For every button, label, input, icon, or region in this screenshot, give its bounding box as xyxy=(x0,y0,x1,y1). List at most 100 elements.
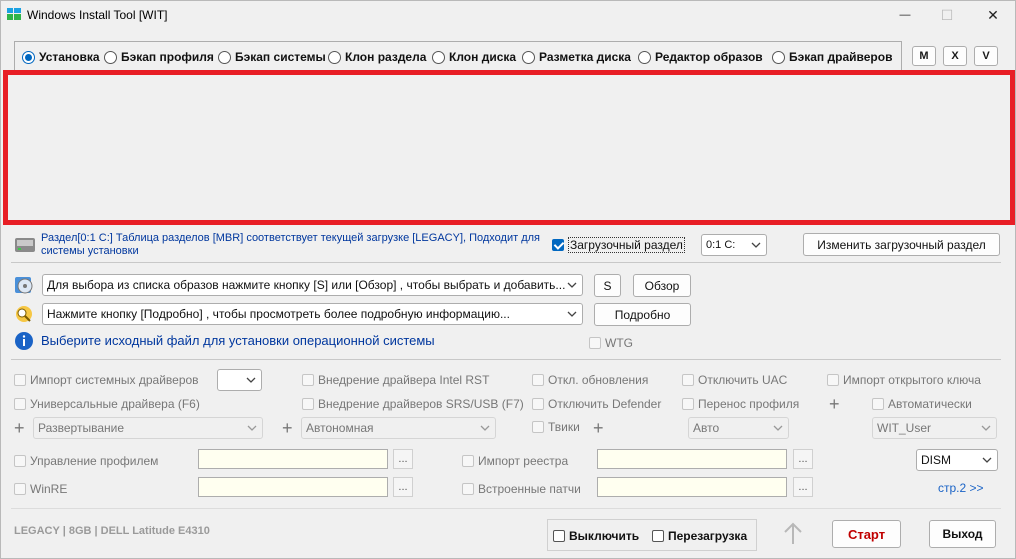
mode-profile-backup[interactable]: Бэкап профиля xyxy=(104,50,214,64)
auto-select[interactable]: Авто xyxy=(688,417,789,439)
mode-label: Бэкап драйверов xyxy=(789,50,893,64)
registry-import-checkbox[interactable]: Импорт реестра xyxy=(462,454,568,468)
select-value: WIT_User xyxy=(877,421,931,435)
builtin-patches-field[interactable] xyxy=(597,477,787,497)
winre-field[interactable] xyxy=(198,477,388,497)
mode-disk-layout[interactable]: Разметка диска xyxy=(522,50,631,64)
plus-icon[interactable]: + xyxy=(829,395,840,413)
winre-browse-button[interactable]: ... xyxy=(393,477,413,497)
s-button[interactable]: S xyxy=(594,274,621,297)
profile-mgmt-browse-button[interactable]: ... xyxy=(393,449,413,469)
checkbox-label: WinRE xyxy=(30,482,68,496)
profile-mgmt-field[interactable] xyxy=(198,449,388,469)
x-button[interactable]: X xyxy=(943,46,967,66)
tweaks-checkbox[interactable]: Твики xyxy=(532,420,580,434)
select-value: Автономная xyxy=(306,421,374,435)
builtin-patches-browse-button[interactable]: ... xyxy=(793,477,813,497)
exit-button[interactable]: Выход xyxy=(929,520,996,548)
close-button[interactable]: ✕ xyxy=(971,1,1015,29)
change-boot-partition-button[interactable]: Изменить загрузочный раздел xyxy=(803,233,1000,256)
arrow-up-icon[interactable] xyxy=(782,522,804,546)
chevron-down-icon xyxy=(246,377,256,383)
mode-label: Редактор образов xyxy=(655,50,763,64)
checkbox-box xyxy=(14,398,26,410)
user-select[interactable]: WIT_User xyxy=(872,417,997,439)
profile-mgmt-checkbox[interactable]: Управление профилем xyxy=(14,454,158,468)
mode-image-editor[interactable]: Редактор образов xyxy=(638,50,763,64)
checkbox-label: Внедрение драйверов SRS/USB (F7) xyxy=(318,397,524,411)
boot-partition-checkbox[interactable]: Загрузочный раздел xyxy=(552,237,685,253)
move-profile-checkbox[interactable]: Перенос профиля xyxy=(682,397,799,411)
import-key-checkbox[interactable]: Импорт открытого ключа xyxy=(827,373,981,387)
wtg-checkbox[interactable]: WTG xyxy=(589,336,633,350)
separator xyxy=(11,508,1001,509)
system-info: LEGACY | 8GB | DELL Latitude E4310 xyxy=(14,525,210,537)
disc-image-icon xyxy=(15,277,33,294)
radio-indicator xyxy=(772,50,785,64)
checkbox-label: Встроенные патчи xyxy=(478,482,581,496)
mode-install[interactable]: Установка xyxy=(22,50,100,64)
import-drivers-checkbox[interactable]: Импорт системных драйверов xyxy=(14,373,199,387)
mode-disk-clone[interactable]: Клон диска xyxy=(432,50,516,64)
mode-label: Клон диска xyxy=(449,50,517,64)
m-button[interactable]: M xyxy=(912,46,936,66)
checkbox-label: Откл. обновления xyxy=(548,373,649,387)
checkbox-label: Отключить UAC xyxy=(698,373,788,387)
checkbox-label: Выключить xyxy=(569,529,640,543)
disable-defender-checkbox[interactable]: Отключить Defender xyxy=(532,397,661,411)
checkbox-box xyxy=(302,374,314,386)
disable-updates-checkbox[interactable]: Откл. обновления xyxy=(532,373,648,387)
image-select[interactable]: Для выбора из списка образов нажмите кно… xyxy=(42,274,583,296)
page-2-link[interactable]: стр.2 >> xyxy=(938,481,984,495)
checkbox-label: Перенос профиля xyxy=(698,397,800,411)
minimize-button[interactable]: — xyxy=(883,1,927,29)
mode-driver-backup[interactable]: Бэкап драйверов xyxy=(772,50,892,64)
select-value: Нажмите кнопку [Подробно] , чтобы просмо… xyxy=(47,307,510,321)
intel-rst-checkbox[interactable]: Внедрение драйвера Intel RST xyxy=(302,373,489,387)
checkbox-label: Твики xyxy=(548,420,580,434)
details-button[interactable]: Подробно xyxy=(594,303,691,326)
plus-icon[interactable]: + xyxy=(14,419,25,437)
disk-panel xyxy=(3,70,1015,225)
srs-usb-checkbox[interactable]: Внедрение драйверов SRS/USB (F7) xyxy=(302,397,524,411)
registry-import-field[interactable] xyxy=(597,449,787,469)
title-bar: Windows Install Tool [WIT] — ☐ ✕ xyxy=(1,1,1015,29)
hard-drive-icon xyxy=(15,238,35,252)
browse-button[interactable]: Обзор xyxy=(633,274,691,297)
registry-import-browse-button[interactable]: ... xyxy=(793,449,813,469)
offline-select[interactable]: Автономная xyxy=(301,417,496,439)
plus-icon[interactable]: + xyxy=(593,419,604,437)
plus-icon[interactable]: + xyxy=(282,419,293,437)
universal-drivers-checkbox[interactable]: Универсальные драйвера (F6) xyxy=(14,397,200,411)
reboot-checkbox[interactable]: Перезагрузка xyxy=(652,529,747,543)
mode-system-backup[interactable]: Бэкап системы xyxy=(218,50,326,64)
automatic-checkbox[interactable]: Автоматически xyxy=(872,397,972,411)
winre-checkbox[interactable]: WinRE xyxy=(14,482,67,496)
main-window: Windows Install Tool [WIT] — ☐ ✕ Установ… xyxy=(0,0,1016,559)
select-value: Для выбора из списка образов нажмите кно… xyxy=(47,278,566,292)
builtin-patches-checkbox[interactable]: Встроенные патчи xyxy=(462,482,581,496)
maximize-button[interactable]: ☐ xyxy=(925,1,969,29)
v-button[interactable]: V xyxy=(974,46,998,66)
checkbox-box xyxy=(532,374,544,386)
maximize-icon: ☐ xyxy=(940,6,954,23)
checkbox-box xyxy=(553,530,565,542)
mode-label: Установка xyxy=(39,50,100,64)
magnifier-icon xyxy=(16,306,32,322)
select-value: DISM xyxy=(921,453,951,467)
mode-label: Бэкап системы xyxy=(235,50,326,64)
select-value: 0:1 C: xyxy=(706,239,736,251)
partition-select[interactable]: 0:1 C: xyxy=(701,234,767,256)
mode-label: Бэкап профиля xyxy=(121,50,214,64)
shutdown-checkbox[interactable]: Выключить xyxy=(553,529,639,543)
disable-uac-checkbox[interactable]: Отключить UAC xyxy=(682,373,787,387)
drivers-select[interactable] xyxy=(217,369,262,391)
checkbox-label: Отключить Defender xyxy=(548,397,662,411)
start-button[interactable]: Старт xyxy=(832,520,901,548)
mode-partition-clone[interactable]: Клон раздела xyxy=(328,50,426,64)
checkbox-box xyxy=(872,398,884,410)
details-select[interactable]: Нажмите кнопку [Подробно] , чтобы просмо… xyxy=(42,303,583,325)
deploy-select[interactable]: Развертывание xyxy=(33,417,263,439)
mode-label: Клон раздела xyxy=(345,50,427,64)
dism-select[interactable]: DISM xyxy=(916,449,998,471)
